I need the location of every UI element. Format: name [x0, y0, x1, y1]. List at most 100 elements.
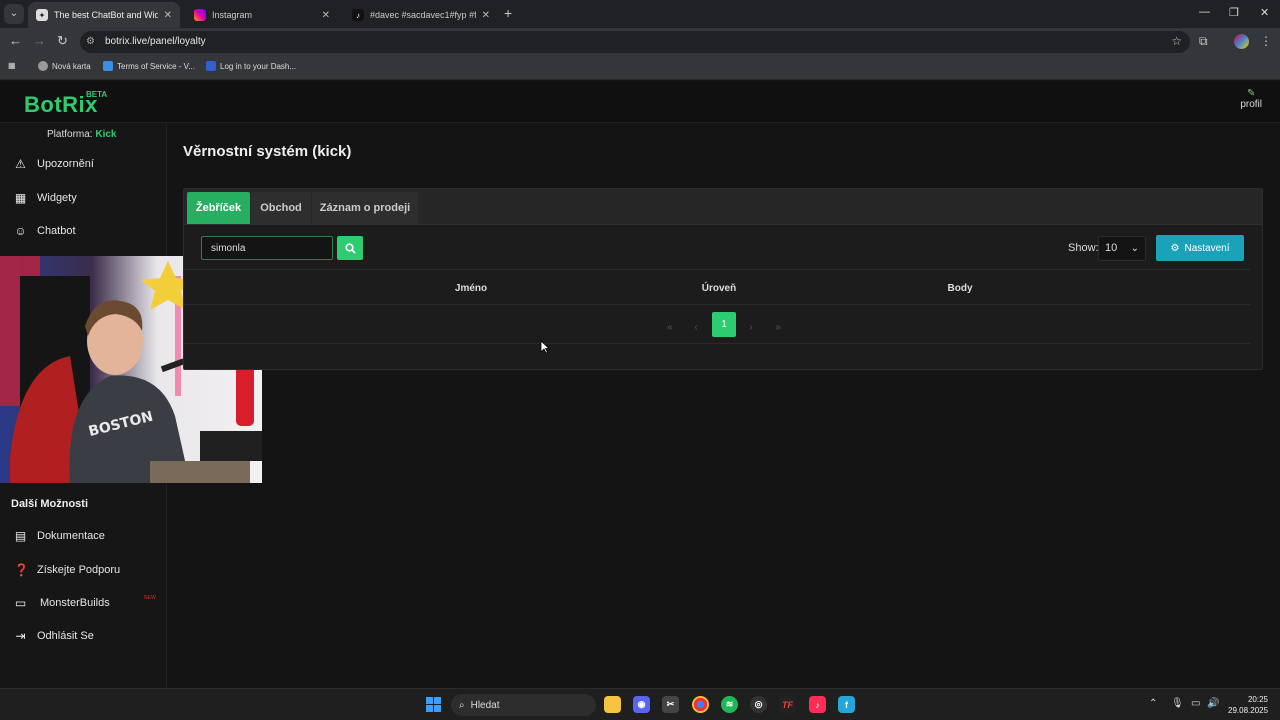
bookmark-star-icon[interactable]: ☆: [1171, 34, 1182, 48]
search-icon: [344, 242, 356, 254]
menu-icon[interactable]: ⋮: [1260, 34, 1272, 48]
instagram-favicon-icon: [194, 9, 206, 21]
chrome-icon[interactable]: [692, 696, 709, 713]
close-window-icon[interactable]: ✕: [1260, 6, 1269, 19]
sidebar-item-label: Widgety: [37, 192, 77, 204]
prev-page-button[interactable]: ‹: [694, 322, 697, 333]
sidebar-item-docs[interactable]: ▤ Dokumentace: [14, 529, 105, 543]
tab-sales-log[interactable]: Záznam o prodeji: [312, 192, 418, 224]
tray-chevron-icon[interactable]: ⌃: [1149, 698, 1157, 709]
browser-tabbar: ⌄ ✦ The best ChatBot and Widgets f ✕ Ins…: [0, 0, 1280, 28]
logout-icon: ⇥: [15, 629, 26, 643]
bookmark-new-tab[interactable]: Nová karta: [38, 61, 91, 71]
book-icon: ▤: [14, 529, 27, 543]
bookmark-terms[interactable]: Terms of Service - V...: [103, 61, 195, 71]
platform-label: Platforma:: [47, 129, 93, 140]
bookmarks-bar: ▦ Nová karta Terms of Service - V... Log…: [0, 56, 1280, 80]
discord-icon[interactable]: ◉: [633, 696, 650, 713]
windows-start-icon[interactable]: [426, 697, 441, 712]
bookmark-label: Terms of Service - V...: [117, 61, 195, 71]
sidebar-item-alerts[interactable]: ⚠ Upozornění: [14, 157, 94, 171]
volume-icon[interactable]: 🔊: [1207, 698, 1219, 709]
first-page-button[interactable]: «: [667, 322, 673, 333]
globe-icon: [38, 61, 48, 71]
taskbar-search-label: Hledat: [470, 699, 500, 711]
microphone-icon[interactable]: 🎙: [1171, 698, 1184, 709]
spotify-icon[interactable]: ≋: [721, 696, 738, 713]
site-info-icon[interactable]: ⚙: [86, 36, 95, 47]
sidebar-item-widgets[interactable]: ▦ Widgety: [14, 191, 77, 205]
widgets-icon: ▦: [14, 191, 27, 205]
restore-icon[interactable]: ❐: [1229, 6, 1239, 19]
tf-app-icon[interactable]: TF: [779, 696, 796, 713]
loyalty-panel: Žebříček Obchod Záznam o prodeji Show: 1…: [183, 188, 1263, 370]
table-header: Jméno Úroveň Body: [184, 269, 1250, 305]
search-button[interactable]: [337, 236, 363, 260]
reload-icon[interactable]: ↻: [57, 33, 68, 49]
tab-close-icon[interactable]: ✕: [322, 10, 330, 21]
page-1-button[interactable]: 1: [712, 312, 736, 337]
browser-profile-avatar[interactable]: [1234, 34, 1249, 49]
settings-button[interactable]: ⚙ Nastavení: [1156, 235, 1244, 261]
sidebar-item-label: Chatbot: [37, 225, 76, 237]
page-size-value: 10: [1105, 242, 1118, 254]
laptop-icon: ▭: [14, 596, 27, 610]
bookmark-dashboard[interactable]: Log in to your Dash...: [206, 61, 296, 71]
clock-time: 20:25: [1247, 695, 1268, 704]
profile-pen-icon: ✎: [1246, 88, 1256, 99]
browser-tab-botrix[interactable]: ✦ The best ChatBot and Widgets f ✕: [28, 2, 180, 28]
file-explorer-icon[interactable]: [604, 696, 621, 713]
sidebar-item-label: Upozornění: [37, 158, 94, 170]
network-icon[interactable]: ▭: [1191, 698, 1200, 709]
column-name[interactable]: Jméno: [455, 283, 487, 294]
back-icon[interactable]: ←: [9, 33, 22, 48]
sidebar-item-label: Dokumentace: [37, 530, 105, 542]
next-page-button[interactable]: ›: [749, 322, 752, 333]
profile-button[interactable]: ✎ profil: [1240, 88, 1262, 110]
new-badge: NEW: [144, 595, 156, 601]
f-app-icon[interactable]: f: [838, 696, 855, 713]
page-size-select[interactable]: 10 ⌄: [1098, 236, 1146, 261]
search-input[interactable]: [201, 236, 333, 260]
sidebar-item-label: Odhlásit Se: [37, 630, 94, 642]
tab-title: #davec #sacdavec1#fyp #fortn: [370, 10, 476, 20]
sidebar-item-label: MonsterBuilds: [40, 597, 110, 609]
tab-close-icon[interactable]: ✕: [482, 10, 490, 21]
apps-icon[interactable]: ▦: [8, 61, 16, 70]
extensions-icon[interactable]: ⧉: [1199, 34, 1208, 49]
address-bar[interactable]: ⚙ botrix.live/panel/loyalty ☆: [80, 31, 1190, 53]
steam-icon[interactable]: ◎: [750, 696, 767, 713]
browser-tab-instagram[interactable]: Instagram ✕: [186, 2, 338, 28]
forward-icon[interactable]: →: [33, 33, 46, 48]
last-page-button[interactable]: »: [775, 322, 781, 333]
sidebar-item-support[interactable]: ❓ Získejte Podporu: [14, 563, 120, 577]
tab-close-icon[interactable]: ✕: [164, 10, 172, 21]
snipping-tool-icon[interactable]: ✂: [662, 696, 679, 713]
browser-tab-tiktok[interactable]: ♪ #davec #sacdavec1#fyp #fortn ✕: [344, 2, 498, 28]
column-points[interactable]: Body: [948, 283, 973, 294]
sidebar-item-monsterbuilds[interactable]: ▭ MonsterBuilds: [14, 596, 110, 610]
mouse-cursor-icon: [540, 340, 550, 354]
taskbar-search[interactable]: ⌕ Hledat: [451, 694, 596, 716]
bookmark-label: Log in to your Dash...: [220, 61, 297, 71]
column-level[interactable]: Úroveň: [702, 283, 736, 294]
url-text[interactable]: botrix.live/panel/loyalty: [105, 36, 206, 47]
sidebar-item-label: Získejte Podporu: [37, 564, 121, 576]
tab-shop[interactable]: Obchod: [251, 192, 311, 224]
browser-toolbar: ← → ↻ ⚙ botrix.live/panel/loyalty ☆ ⧉ ⋮: [0, 28, 1280, 56]
tiktok-app-icon[interactable]: ♪: [809, 696, 826, 713]
sidebar-item-logout[interactable]: ⇥ Odhlásit Se: [14, 629, 94, 643]
tab-search-button[interactable]: ⌄: [4, 4, 24, 24]
platform-indicator: Platforma: Kick: [47, 129, 116, 140]
new-tab-button[interactable]: +: [504, 5, 512, 21]
tab-title: The best ChatBot and Widgets f: [54, 10, 158, 20]
settings-label: Nastavení: [1184, 242, 1230, 254]
tab-title: Instagram: [212, 10, 253, 20]
page-title: Věrnostní systém (kick): [183, 143, 352, 160]
dashboard-logo-icon: [206, 61, 216, 71]
bookmark-label: Nová karta: [52, 61, 91, 71]
sidebar-item-chatbot[interactable]: ☺ Chatbot: [14, 224, 76, 238]
tab-leaderboard[interactable]: Žebříček: [187, 192, 250, 224]
clock[interactable]: 20:25 29.08.2025: [1228, 694, 1268, 716]
minimize-icon[interactable]: —: [1199, 6, 1210, 18]
